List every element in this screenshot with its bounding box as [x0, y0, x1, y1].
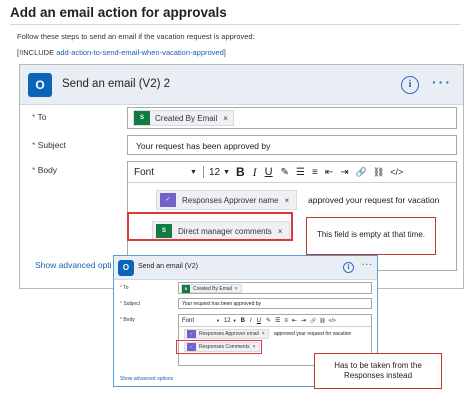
highlight-box: [127, 212, 293, 241]
highlight-box-small: [176, 340, 262, 354]
to-label: * To: [120, 285, 129, 291]
include-link[interactable]: add-action-to-send-email-when-vacation-a…: [56, 48, 224, 57]
increase-indent-icon[interactable]: ⇥: [340, 167, 348, 178]
italic-button[interactable]: I: [253, 165, 257, 180]
approved-text: approved your request for vacation: [274, 331, 352, 337]
pen-icon[interactable]: ✎: [266, 317, 271, 324]
to-field[interactable]: S Created By Email ×: [127, 107, 457, 129]
font-size-select[interactable]: 12: [209, 167, 220, 178]
link-icon[interactable]: 🔗: [310, 318, 316, 324]
link-icon[interactable]: 🔗: [356, 167, 367, 178]
toolbar-divider: [128, 182, 456, 183]
info-icon[interactable]: i: [401, 76, 419, 94]
card-header[interactable]: O Send an email (V2) i ···: [114, 256, 377, 280]
toolbar-divider: [179, 326, 371, 327]
show-advanced-options-link[interactable]: Show advanced options: [120, 376, 173, 382]
size-dropdown-icon[interactable]: ▼: [233, 318, 237, 323]
title-divider: [10, 24, 460, 25]
include-line: [!INCLUDE add-action-to-send-email-when-…: [17, 48, 226, 57]
chip-remove-icon[interactable]: ×: [285, 196, 290, 205]
chip-remove-icon[interactable]: ×: [262, 331, 265, 337]
approved-text: approved your request for vacation: [308, 195, 440, 205]
size-dropdown-icon[interactable]: ▼: [223, 169, 230, 176]
card-title[interactable]: Send an email (V2) 2: [62, 78, 170, 90]
italic-button[interactable]: I: [250, 318, 252, 324]
to-label: * To: [32, 112, 47, 122]
created-by-email-chip[interactable]: S Created By Email ×: [181, 284, 242, 293]
card-title[interactable]: Send an email (V2): [138, 263, 198, 270]
bullet-list-icon[interactable]: ☰: [275, 317, 280, 324]
info-icon[interactable]: i: [343, 262, 354, 273]
decrease-indent-icon[interactable]: ⇤: [325, 167, 333, 178]
bold-button[interactable]: B: [236, 165, 245, 179]
outlook-icon: O: [118, 260, 134, 276]
font-dropdown-icon[interactable]: ▼: [190, 169, 197, 176]
toolbar-divider: [202, 166, 204, 178]
bullet-list-icon[interactable]: ☰: [296, 167, 305, 178]
underline-button[interactable]: U: [265, 166, 273, 178]
approvals-icon: ✓: [160, 193, 176, 207]
subject-input[interactable]: Your request has been approved by: [178, 298, 372, 309]
body-label: * Body: [120, 317, 135, 323]
increase-indent-icon[interactable]: ⇥: [301, 317, 306, 324]
include-suffix: ]: [223, 48, 226, 57]
chip-remove-icon[interactable]: ×: [235, 286, 238, 292]
font-dropdown-icon[interactable]: ▼: [216, 318, 220, 323]
show-advanced-options-link[interactable]: Show advanced opti: [35, 260, 112, 270]
callout-empty-field: This field is empty at that time.: [306, 217, 436, 255]
font-select[interactable]: Font: [134, 167, 190, 178]
subject-value: Your request has been approved by: [136, 141, 271, 151]
unlink-icon[interactable]: ⛓: [373, 167, 384, 178]
chip-label: Created By Email: [155, 113, 218, 123]
to-field[interactable]: S Created By Email ×: [178, 282, 372, 294]
font-select[interactable]: Font: [182, 318, 216, 324]
created-by-email-chip[interactable]: S Created By Email ×: [133, 110, 234, 126]
numbered-list-icon[interactable]: ≡: [284, 318, 288, 324]
subject-label: * Subject: [120, 301, 141, 307]
font-size-select[interactable]: 12: [224, 318, 231, 324]
instructions-text: Follow these steps to send an email if t…: [17, 32, 255, 41]
body-label: * Body: [32, 165, 58, 175]
callout-take-from-responses: Has to be taken from the Responses inste…: [314, 353, 442, 389]
code-view-icon[interactable]: </>: [390, 167, 403, 177]
subject-input[interactable]: Your request has been approved by: [127, 135, 457, 155]
decrease-indent-icon[interactable]: ⇤: [292, 317, 297, 324]
chip-label: Responses Approver name: [182, 195, 279, 205]
numbered-list-icon[interactable]: ≡: [312, 167, 318, 178]
code-view-icon[interactable]: </>: [329, 318, 336, 324]
pen-icon[interactable]: ✎: [281, 167, 289, 178]
unlink-icon[interactable]: ⛓: [319, 318, 325, 324]
responses-approver-name-chip[interactable]: ✓ Responses Approver name ×: [156, 190, 298, 210]
bold-button[interactable]: B: [241, 318, 245, 324]
approvals-icon: ✓: [187, 330, 196, 338]
include-prefix: [!INCLUDE: [17, 48, 57, 57]
formatting-toolbar: Font ▼ 12 ▼ B I U ✎ ☰ ≡ ⇤ ⇥ 🔗 ⛓ </>: [134, 165, 403, 180]
page-title: Add an email action for approvals: [10, 5, 227, 20]
card-header[interactable]: O Send an email (V2) 2 i ···: [20, 65, 463, 105]
outlook-icon: O: [28, 73, 52, 97]
more-options-icon[interactable]: ···: [432, 74, 452, 90]
formatting-toolbar: Font ▼ 12 ▼ B I U ✎ ☰ ≡ ⇤ ⇥ 🔗 ⛓ </>: [182, 316, 336, 325]
subject-value: Your request has been approved by: [182, 301, 262, 307]
subject-label: * Subject: [32, 140, 67, 150]
responses-approver-email-chip[interactable]: ✓ Responses Approver email ×: [184, 329, 269, 339]
chip-label: Responses Approver email: [199, 331, 259, 337]
sharepoint-icon: S: [134, 111, 150, 125]
sharepoint-icon: S: [182, 284, 190, 293]
chip-remove-icon[interactable]: ×: [223, 114, 228, 123]
underline-button[interactable]: U: [257, 318, 261, 324]
chip-label: Created By Email: [193, 285, 232, 292]
more-options-icon[interactable]: ···: [362, 260, 373, 269]
